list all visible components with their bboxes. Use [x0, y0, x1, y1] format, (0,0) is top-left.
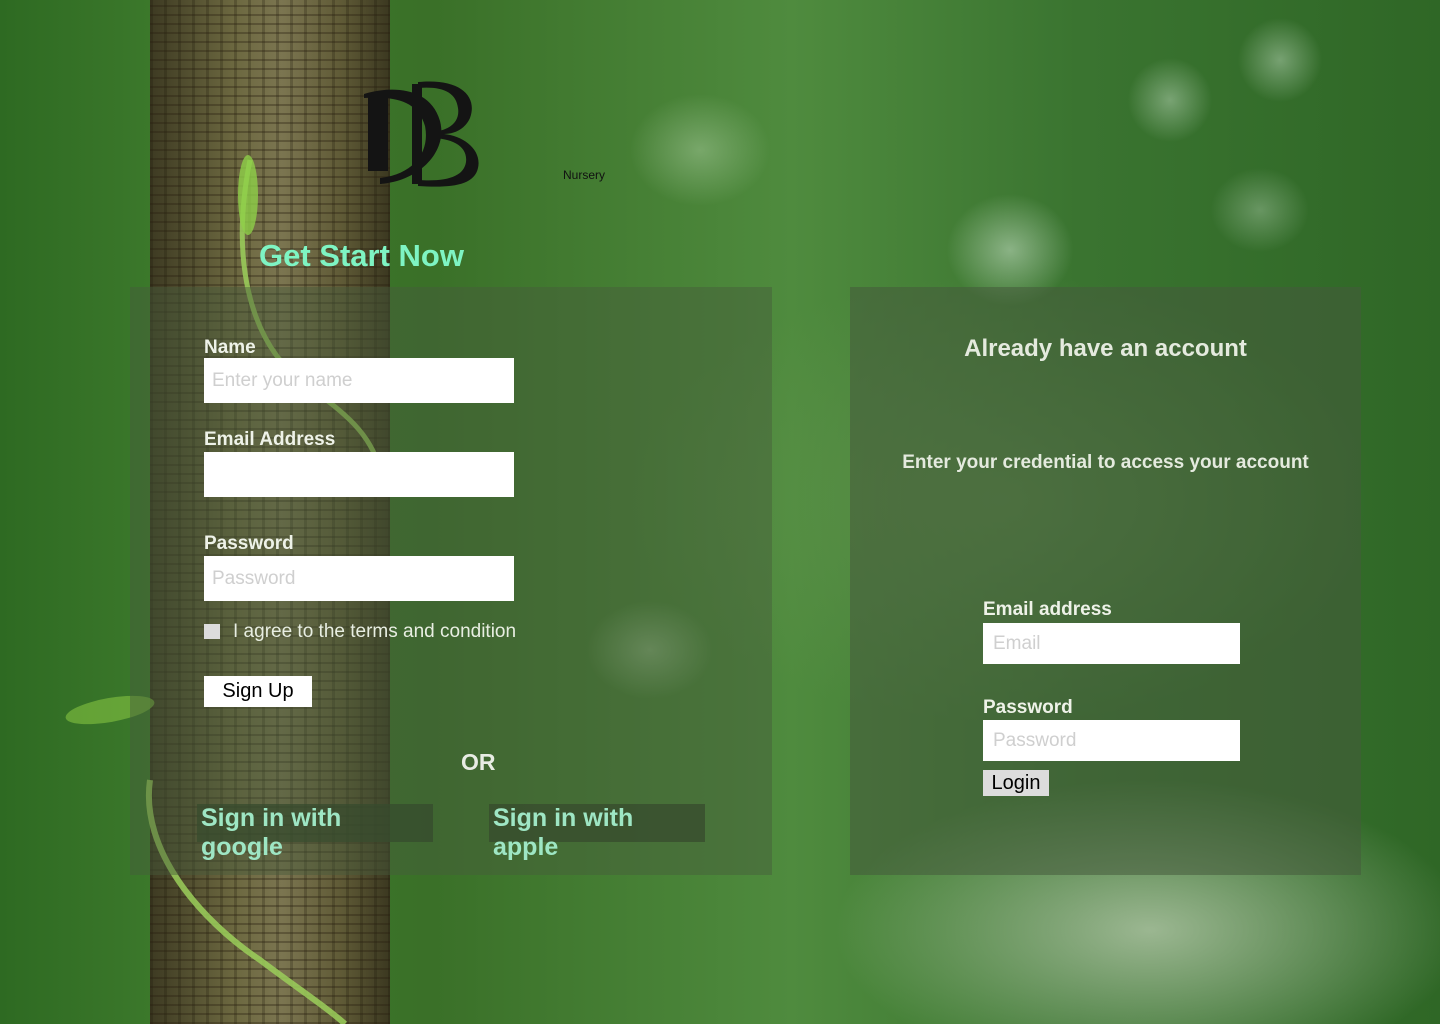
- login-title: Already have an account: [964, 335, 1247, 362]
- or-divider: OR: [461, 749, 496, 775]
- signup-button[interactable]: Sign Up: [204, 676, 312, 707]
- login-password-input[interactable]: [983, 720, 1240, 761]
- signup-headline: Get Start Now: [259, 238, 464, 273]
- login-button[interactable]: Login: [983, 770, 1049, 796]
- brand-logo: [364, 81, 479, 187]
- email-input[interactable]: [204, 452, 514, 497]
- login-password-label: Password: [983, 697, 1073, 718]
- email-label: Email Address: [204, 429, 336, 450]
- terms-label: I agree to the terms and condition: [233, 621, 517, 642]
- name-input[interactable]: [204, 358, 514, 403]
- password-label: Password: [204, 533, 294, 554]
- login-email-input[interactable]: [983, 623, 1240, 664]
- apple-signin-button[interactable]: Sign in with apple: [489, 804, 705, 861]
- login-panel: [850, 287, 1361, 875]
- name-label: Name: [204, 337, 256, 358]
- password-input[interactable]: [204, 556, 514, 601]
- login-subtitle: Enter your credential to access your acc…: [902, 452, 1309, 473]
- google-signin-button[interactable]: Sign in with google: [197, 804, 433, 861]
- brand-name: Nursery: [563, 168, 606, 182]
- login-email-label: Email address: [983, 599, 1112, 620]
- terms-checkbox[interactable]: [204, 624, 220, 639]
